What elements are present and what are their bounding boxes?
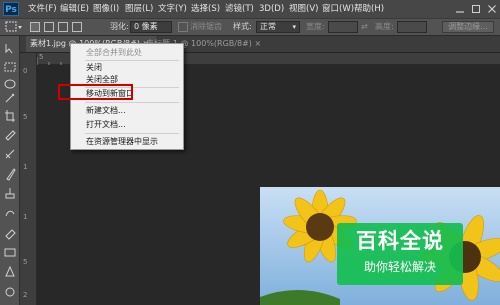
minimize-icon[interactable] bbox=[455, 4, 465, 14]
healing-brush-tool-icon bbox=[5, 149, 15, 159]
menu-type[interactable]: 文字(Y) bbox=[158, 0, 187, 18]
intersect-selection-icon[interactable] bbox=[72, 22, 82, 32]
eraser-tool-icon bbox=[5, 229, 16, 240]
menu-separator bbox=[85, 133, 179, 134]
watermark-title: 百科全说 bbox=[356, 229, 444, 253]
menu-bar: Ps 文件(F) 编辑(E) 图像(I) 图层(L) 文字(Y) 选择(S) 滤… bbox=[0, 0, 500, 18]
ruler-left-label: 5 bbox=[23, 113, 28, 121]
ruler-left-label: 0 bbox=[23, 67, 28, 75]
width-label: 宽度: bbox=[306, 22, 325, 31]
style-select[interactable]: 正常 ▾ bbox=[256, 21, 300, 33]
menu-item-consolidate-all-here: 全部合并到此处 bbox=[86, 48, 142, 57]
refine-edge-button[interactable]: 调整边缘... bbox=[442, 21, 494, 33]
add-selection-icon[interactable] bbox=[44, 22, 54, 32]
menu-file[interactable]: 文件(F) bbox=[28, 0, 57, 18]
menu-separator bbox=[85, 102, 179, 103]
maximize-icon[interactable] bbox=[471, 4, 481, 14]
ruler-left-label: 1 bbox=[23, 163, 28, 171]
menu-item-show-in-explorer[interactable]: 在资源管理器中显示 bbox=[86, 136, 158, 148]
menu-window[interactable]: 窗口(W) bbox=[322, 0, 354, 18]
options-bar: 羽化: 0 像素 消除锯齿 样式: 正常 ▾ 宽度: ⇄ 高度: 调整边缘... bbox=[0, 18, 500, 36]
menu-image[interactable]: 图像(I) bbox=[93, 0, 119, 18]
blur-tool-icon bbox=[5, 265, 15, 277]
watermark-subtitle: 助你轻松解决 bbox=[363, 260, 436, 274]
close-icon[interactable] bbox=[487, 4, 497, 14]
menu-item-new-document[interactable]: 新建文档... bbox=[86, 105, 126, 117]
rect-marquee-tool-icon bbox=[4, 62, 16, 72]
ruler-left-label: 5 bbox=[23, 258, 28, 266]
menu-help[interactable]: 帮助(H) bbox=[354, 0, 384, 18]
new-selection-icon[interactable] bbox=[30, 22, 40, 32]
subtract-selection-icon[interactable] bbox=[58, 22, 68, 32]
ruler-left-label: 2 bbox=[23, 291, 28, 299]
feather-input[interactable]: 0 像素 bbox=[130, 21, 172, 33]
watermark-badge: 百科全说 助你轻松解决 bbox=[337, 223, 463, 285]
eyedropper-tool-icon bbox=[5, 130, 16, 141]
menu-item-open-document[interactable]: 打开文档... bbox=[86, 119, 126, 131]
feather-label: 羽化: bbox=[110, 22, 129, 31]
highlight-box bbox=[58, 84, 133, 100]
crop-tool-icon bbox=[5, 110, 15, 122]
dodge-tool-icon bbox=[5, 287, 15, 297]
photoshop-logo: Ps bbox=[3, 2, 19, 16]
menu-item-close[interactable]: 关闭 bbox=[86, 62, 102, 74]
antialias-checkbox[interactable] bbox=[178, 22, 188, 32]
swap-icon[interactable]: ⇄ bbox=[361, 21, 368, 33]
menu-filter[interactable]: 滤镜(T) bbox=[225, 0, 254, 18]
marquee-tool-preset-icon[interactable] bbox=[4, 20, 24, 32]
antialias-label: 消除锯齿 bbox=[190, 22, 222, 31]
tools-panel bbox=[0, 36, 20, 305]
menu-edit[interactable]: 编辑(E) bbox=[60, 0, 89, 18]
width-input[interactable] bbox=[328, 21, 358, 33]
quick-select-tool-icon bbox=[5, 93, 15, 103]
ruler-vertical: 0 5 1 1 5 2 bbox=[20, 53, 37, 305]
height-input[interactable] bbox=[397, 21, 427, 33]
style-label: 样式: bbox=[233, 22, 252, 31]
menu-separator bbox=[85, 60, 179, 61]
menu-view[interactable]: 视图(V) bbox=[289, 0, 318, 18]
height-label: 高度: bbox=[375, 22, 394, 31]
ruler-left-label: 1 bbox=[23, 213, 28, 221]
style-select-value: 正常 bbox=[260, 22, 276, 31]
brush-tool-icon bbox=[6, 168, 16, 181]
chevron-down-icon: ▾ bbox=[292, 23, 296, 31]
lasso-tool-icon bbox=[4, 79, 16, 89]
move-tool-icon bbox=[5, 44, 13, 54]
tools-icons bbox=[4, 44, 16, 297]
menu-layer[interactable]: 图层(L) bbox=[125, 0, 153, 18]
history-brush-tool-icon bbox=[5, 210, 15, 217]
menu-select[interactable]: 选择(S) bbox=[191, 0, 220, 18]
clone-stamp-tool-icon bbox=[5, 188, 15, 199]
gradient-tool-icon bbox=[4, 248, 16, 257]
photoshop-window: Ps 文件(F) 编辑(E) 图像(I) 图层(L) 文字(Y) 选择(S) 滤… bbox=[0, 0, 500, 305]
ruler-top-label: 5 bbox=[39, 53, 44, 61]
menu-3d[interactable]: 3D(D) bbox=[259, 0, 284, 18]
